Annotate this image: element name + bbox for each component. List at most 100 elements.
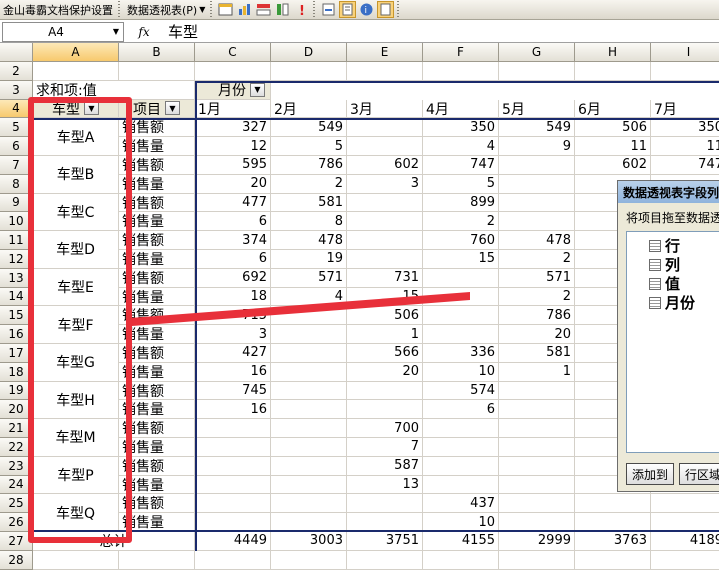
data-cell[interactable] [575, 494, 651, 514]
data-cell[interactable]: 2 [423, 212, 499, 232]
empty-cell[interactable] [423, 62, 499, 81]
data-cell[interactable]: 566 [347, 344, 423, 363]
data-cell[interactable] [271, 419, 347, 438]
empty-cell[interactable] [347, 62, 423, 81]
row-header-6[interactable]: 6 [0, 137, 33, 156]
data-cell[interactable] [499, 494, 575, 514]
data-cell[interactable]: 602 [347, 156, 423, 175]
row-header-23[interactable]: 23 [0, 456, 33, 476]
chevron-down-icon[interactable]: ▼ [165, 101, 180, 116]
row-header-20[interactable]: 20 [0, 400, 33, 420]
data-cell[interactable]: 549 [271, 118, 347, 138]
field-item[interactable]: 行 [627, 236, 719, 255]
column-header-h[interactable]: H [575, 43, 651, 62]
data-cell[interactable]: 3 [195, 325, 271, 344]
total-cell[interactable]: 4449 [195, 532, 271, 551]
column-header-b[interactable]: B [119, 43, 195, 62]
month-header[interactable]: 3月 [347, 99, 423, 119]
item-label[interactable]: 销售量 [119, 475, 195, 495]
empty-cell[interactable] [33, 550, 119, 570]
data-cell[interactable] [651, 494, 719, 514]
checkbox[interactable] [649, 277, 661, 290]
data-cell[interactable]: 6 [423, 400, 499, 420]
empty-cell[interactable] [423, 550, 499, 570]
data-cell[interactable] [271, 494, 347, 514]
item-label[interactable]: 销售额 [119, 419, 195, 438]
total-cell[interactable]: 3763 [575, 532, 651, 551]
field-item[interactable]: 值 [627, 274, 719, 293]
hide-details-icon[interactable] [377, 1, 395, 18]
data-cell[interactable]: 747 [423, 156, 499, 175]
data-cell[interactable] [423, 438, 499, 457]
data-cell[interactable] [195, 494, 271, 514]
panel-title[interactable]: 数据透视表字段列表 [618, 181, 719, 203]
pivot-chart-icon[interactable] [236, 1, 253, 18]
function-icon[interactable]: fx [124, 25, 164, 39]
item-label[interactable]: 销售额 [119, 381, 195, 401]
data-cell[interactable] [499, 174, 575, 194]
data-cell[interactable] [271, 438, 347, 457]
item-label[interactable]: 销售量 [119, 212, 195, 232]
column-header-d[interactable]: D [271, 43, 347, 62]
month-header[interactable]: 5月 [499, 99, 575, 119]
data-cell[interactable] [271, 513, 347, 532]
row-header-10[interactable]: 10 [0, 212, 33, 232]
data-cell[interactable]: 745 [195, 381, 271, 401]
data-cell[interactable] [271, 344, 347, 363]
data-cell[interactable]: 18 [195, 287, 271, 307]
data-cell[interactable] [271, 475, 347, 495]
model-label[interactable]: 车型A [33, 118, 119, 156]
total-label[interactable]: 总计 [33, 532, 195, 551]
model-label[interactable]: 车型H [33, 381, 119, 420]
row-header-28[interactable]: 28 [0, 550, 33, 570]
data-cell[interactable]: 12 [195, 137, 271, 156]
item-label[interactable]: 销售量 [119, 513, 195, 532]
item-label[interactable]: 销售额 [119, 306, 195, 326]
month-header[interactable]: 4月 [423, 99, 499, 119]
data-cell[interactable]: 5 [423, 174, 499, 194]
total-cell[interactable]: 3003 [271, 532, 347, 551]
data-cell[interactable]: 571 [271, 268, 347, 288]
data-cell[interactable] [195, 456, 271, 476]
total-cell[interactable]: 4155 [423, 532, 499, 551]
data-cell[interactable] [347, 231, 423, 250]
empty-cell[interactable] [119, 550, 195, 570]
data-cell[interactable] [499, 513, 575, 532]
month-header[interactable]: 6月 [575, 99, 651, 119]
data-cell[interactable] [499, 193, 575, 213]
checkbox[interactable] [649, 239, 661, 252]
insert-col-icon[interactable] [274, 1, 291, 18]
row-header-4[interactable]: 4 [0, 99, 33, 119]
data-cell[interactable] [347, 513, 423, 532]
data-cell[interactable]: 19 [271, 250, 347, 269]
data-cell[interactable] [575, 513, 651, 532]
data-cell[interactable]: 437 [423, 494, 499, 514]
empty-cell[interactable] [499, 550, 575, 570]
data-cell[interactable] [271, 381, 347, 401]
data-cell[interactable]: 747 [651, 156, 719, 175]
data-cell[interactable]: 6 [195, 250, 271, 269]
data-cell[interactable]: 327 [195, 118, 271, 138]
data-cell[interactable]: 16 [195, 362, 271, 382]
item-label[interactable]: 销售额 [119, 268, 195, 288]
empty-cell[interactable] [575, 62, 651, 81]
data-cell[interactable]: 350 [423, 118, 499, 138]
item-label[interactable]: 销售额 [119, 494, 195, 514]
row-header-15[interactable]: 15 [0, 306, 33, 326]
chevron-down-icon[interactable]: ▼ [109, 27, 123, 36]
column-header-c[interactable]: C [195, 43, 271, 62]
row-header-5[interactable]: 5 [0, 118, 33, 138]
model-label[interactable]: 车型E [33, 268, 119, 307]
item-label[interactable]: 销售量 [119, 400, 195, 420]
model-label[interactable]: 车型G [33, 344, 119, 382]
data-cell[interactable]: 692 [195, 268, 271, 288]
data-cell[interactable]: 581 [499, 344, 575, 363]
column-header-f[interactable]: F [423, 43, 499, 62]
row-header-2[interactable]: 2 [0, 62, 33, 81]
data-cell[interactable] [423, 325, 499, 344]
data-cell[interactable]: 549 [499, 118, 575, 138]
data-cell[interactable]: 8 [271, 212, 347, 232]
empty-cell[interactable] [499, 62, 575, 81]
row-header-22[interactable]: 22 [0, 438, 33, 457]
pivot-table-menu[interactable]: 数据透视表(P) ▼ [124, 1, 208, 19]
